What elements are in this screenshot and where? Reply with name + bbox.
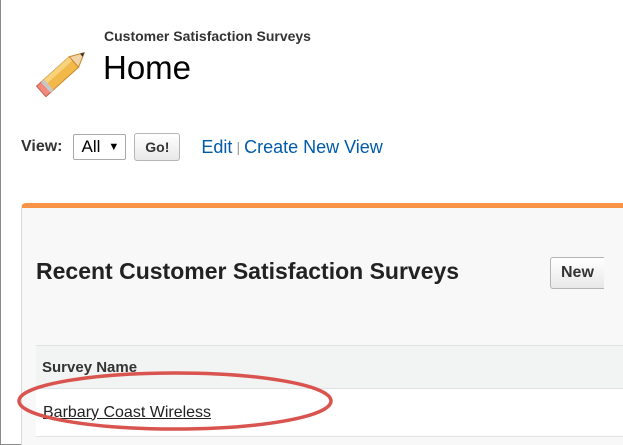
view-select[interactable]: All ▼ — [72, 134, 127, 160]
page-title: Home — [103, 49, 192, 86]
go-button[interactable]: Go! — [134, 133, 181, 161]
survey-name-link[interactable]: Barbary Coast Wireless — [43, 404, 211, 422]
page-frame: Customer Satisfaction Surveys Home View:… — [0, 0, 623, 445]
edit-link[interactable]: Edit — [201, 137, 232, 158]
view-select-value: All — [81, 137, 101, 156]
object-subtitle: Customer Satisfaction Surveys — [104, 28, 311, 44]
table-row: Barbary Coast Wireless — [36, 389, 623, 437]
view-toolbar: View: All ▼ Go! Edit | Create New View — [21, 131, 383, 163]
recent-surveys-panel: Recent Customer Satisfaction Surveys New… — [21, 203, 623, 445]
link-separator: | — [236, 139, 241, 155]
pencil-icon — [35, 51, 86, 98]
view-label: View: — [21, 138, 63, 155]
recent-surveys-table: Survey Name Barbary Coast Wireless — [36, 345, 623, 437]
panel-title: Recent Customer Satisfaction Surveys — [36, 258, 460, 284]
new-button[interactable]: New — [550, 257, 604, 289]
dropdown-arrow-icon: ▼ — [108, 141, 120, 153]
create-new-view-link[interactable]: Create New View — [244, 137, 383, 158]
column-header-survey-name[interactable]: Survey Name — [36, 345, 623, 389]
